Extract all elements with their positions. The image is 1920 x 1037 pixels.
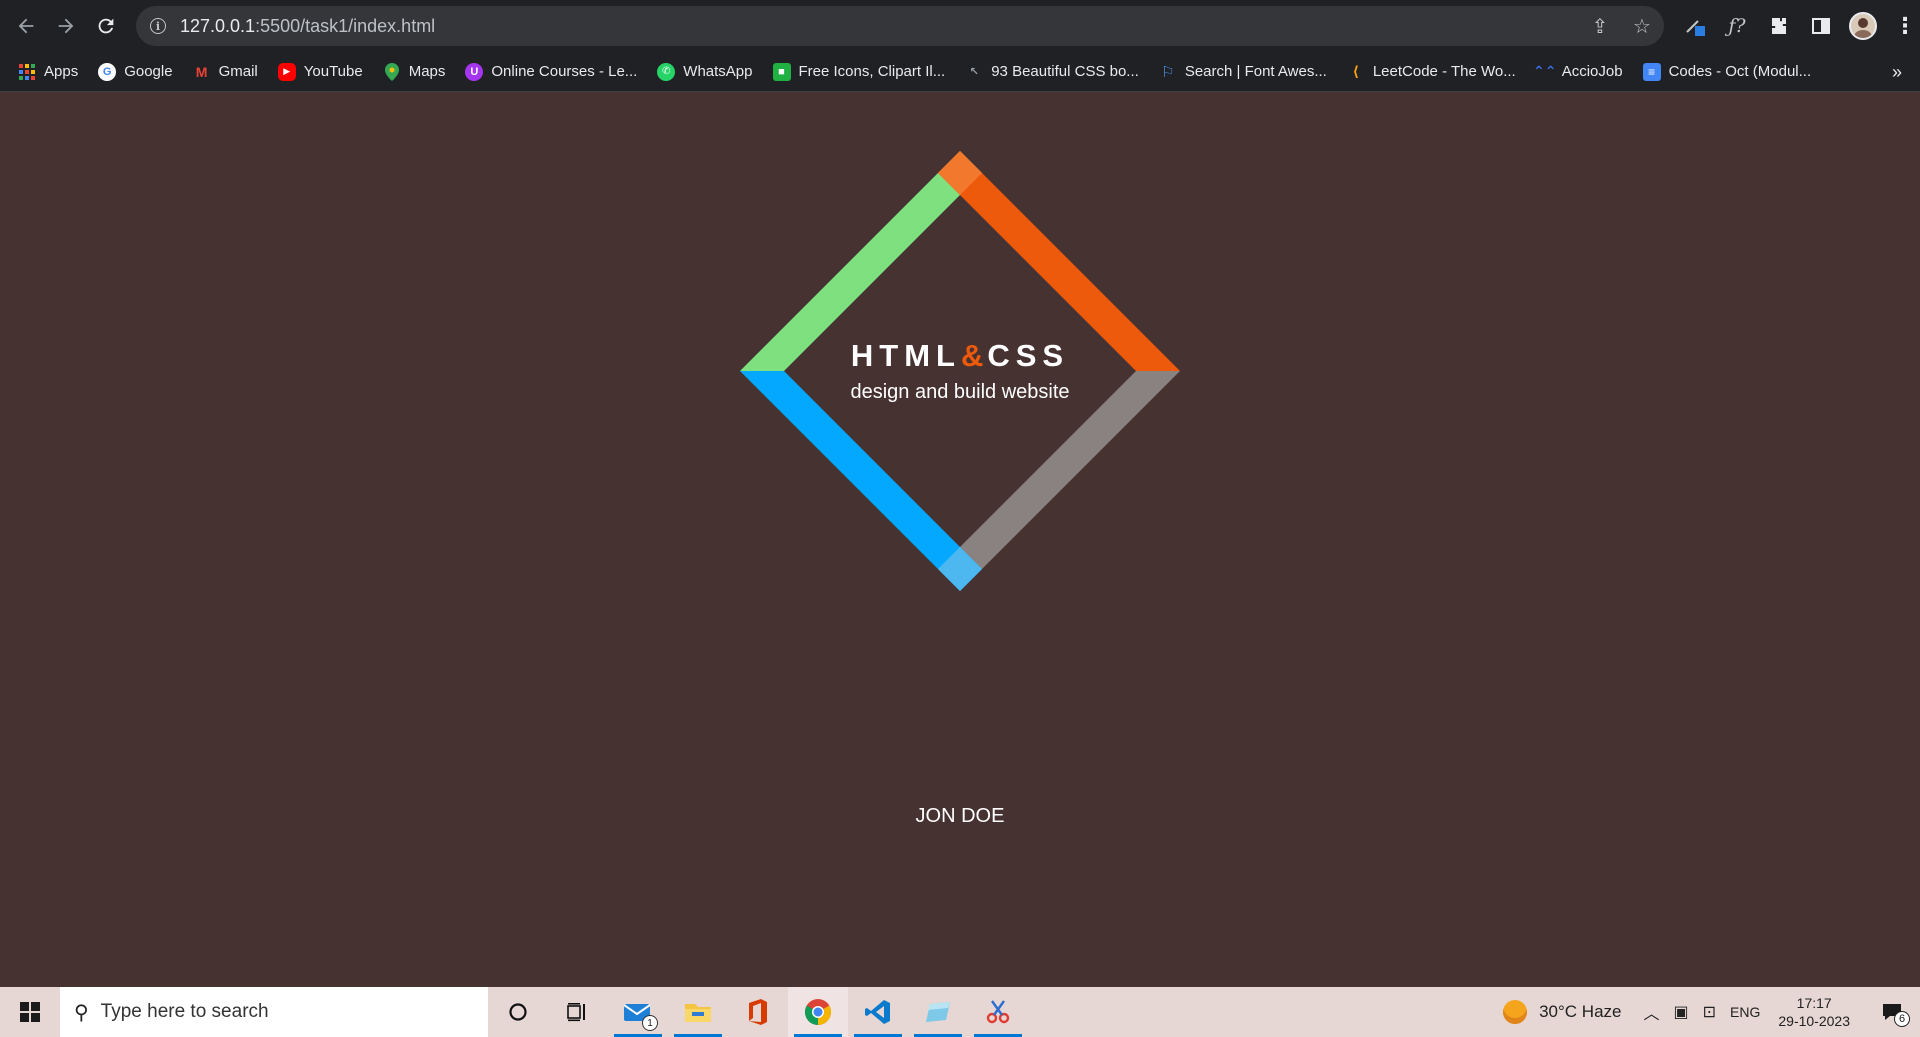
- chevron-up-icon[interactable]: ︿: [1643, 1000, 1659, 1024]
- bookmark-label: Free Icons, Clipart Il...: [798, 63, 946, 80]
- bookmark-label: Apps: [44, 63, 79, 80]
- bookmark-label: 93 Beautiful CSS bo...: [991, 63, 1139, 80]
- bookmark-acciojob[interactable]: ⌃⌃ AccioJob: [1532, 63, 1623, 81]
- bookmark-free-icons[interactable]: ■ Free Icons, Clipart Il...: [772, 62, 946, 81]
- search-placeholder: Type here to search: [100, 1001, 269, 1022]
- logo-title: HTML&CSS: [740, 338, 1180, 374]
- reload-icon[interactable]: [86, 6, 126, 46]
- author-name: JON DOE: [915, 805, 1005, 827]
- logo-title-ampersand: &: [960, 338, 988, 373]
- bookmark-font-awesome[interactable]: ⚐ Search | Font Awes...: [1159, 63, 1327, 81]
- cursor-icon: ↖: [969, 66, 979, 78]
- flag-icon: ⚐: [1161, 63, 1175, 81]
- bookmark-codes[interactable]: ≡ Codes - Oct (Modul...: [1642, 62, 1812, 81]
- bookmark-label: Online Courses - Le...: [491, 63, 638, 80]
- clock-time: 17:17: [1796, 995, 1832, 1011]
- bookmark-label: WhatsApp: [683, 63, 753, 80]
- logo-gray-edge: [938, 371, 1180, 591]
- side-panel-icon[interactable]: [1806, 11, 1836, 41]
- page-content: HTML&CSS design and build website JON DO…: [0, 93, 1920, 987]
- browser-toolbar: i 127.0.0.1:5500/task1/index.html ⇪ ☆ ƒ?…: [0, 0, 1920, 52]
- bookmark-label: LeetCode - The Wo...: [1372, 63, 1516, 80]
- start-button[interactable]: [0, 987, 60, 1037]
- office-app-icon[interactable]: [728, 987, 788, 1037]
- weather-widget[interactable]: 30°C Haze: [1503, 1000, 1621, 1024]
- input-language[interactable]: ENG: [1730, 1004, 1760, 1020]
- bookmark-star-icon[interactable]: ☆: [1630, 14, 1654, 39]
- notification-count-badge: 6: [1894, 1011, 1910, 1027]
- bookmark-label: Maps: [408, 63, 446, 80]
- profile-avatar[interactable]: [1848, 11, 1878, 41]
- notepad-app-icon[interactable]: [908, 987, 968, 1037]
- network-icon[interactable]: ⊡: [1703, 1002, 1716, 1022]
- windows-logo-icon: [20, 1002, 40, 1022]
- logo-title-html: HTML: [850, 338, 961, 373]
- file-explorer-icon[interactable]: [668, 987, 728, 1037]
- bookmarks-bar: Apps G Google M Gmail ▶ YouTube Maps U O…: [0, 52, 1920, 92]
- address-bar[interactable]: i 127.0.0.1:5500/task1/index.html ⇪ ☆: [136, 6, 1664, 46]
- taskbar-search-input[interactable]: ⚲ Type here to search: [60, 987, 488, 1037]
- extension-pen-icon[interactable]: [1680, 11, 1710, 41]
- maps-pin-icon: [383, 62, 401, 81]
- search-icon: ⚲: [74, 1001, 89, 1024]
- mail-app-icon[interactable]: 1: [608, 987, 668, 1037]
- chrome-app-icon[interactable]: [788, 987, 848, 1037]
- bookmark-label: Codes - Oct (Modul...: [1668, 63, 1812, 80]
- youtube-icon: ▶: [277, 62, 296, 81]
- logo-blue-edge: [740, 371, 982, 591]
- html-css-logo: HTML&CSS design and build website: [740, 151, 1180, 591]
- bookmark-leetcode[interactable]: ⟨ LeetCode - The Wo...: [1347, 63, 1516, 81]
- leetcode-icon: ⟨: [1352, 63, 1360, 79]
- docs-icon: ≡: [1642, 62, 1661, 81]
- google-icon: G: [98, 62, 117, 81]
- mail-unread-badge: 1: [642, 1015, 658, 1031]
- logo-title-css: CSS: [987, 338, 1070, 373]
- bookmark-apps[interactable]: Apps: [18, 63, 78, 81]
- bookmark-label: Google: [124, 63, 173, 80]
- share-icon[interactable]: ⇪: [1588, 14, 1612, 39]
- bookmark-google[interactable]: G Google: [98, 62, 173, 81]
- snipping-tool-icon[interactable]: [968, 987, 1028, 1037]
- bookmark-online-courses[interactable]: U Online Courses - Le...: [465, 62, 638, 81]
- more-bookmarks-chevron-icon[interactable]: »: [1892, 52, 1902, 92]
- meet-now-icon[interactable]: ▣: [1674, 1002, 1689, 1022]
- bookmark-whatsapp[interactable]: ✆ WhatsApp: [657, 62, 753, 81]
- task-view-icon[interactable]: [548, 987, 608, 1037]
- haze-weather-icon: [1503, 1000, 1528, 1024]
- whatsapp-icon: ✆: [657, 62, 676, 81]
- extensions-puzzle-icon[interactable]: [1764, 11, 1794, 41]
- forward-icon[interactable]: [46, 6, 86, 46]
- url-host: 127.0.0.1: [180, 15, 256, 36]
- bookmark-gmail[interactable]: M Gmail: [193, 63, 258, 81]
- udemy-icon: U: [465, 62, 484, 81]
- apps-grid-icon: [18, 63, 36, 81]
- notifications-icon[interactable]: 6: [1874, 997, 1910, 1027]
- bookmark-label: YouTube: [303, 63, 363, 80]
- system-tray: 30°C Haze ︿ ▣ ⊡ ENG 17:17 29-10-2023 6: [1503, 987, 1920, 1037]
- extension-formula-icon[interactable]: ƒ?: [1722, 11, 1752, 41]
- bookmark-css-borders[interactable]: ↖ 93 Beautiful CSS bo...: [965, 63, 1139, 81]
- acciojob-icon: ⌃⌃: [1532, 63, 1557, 79]
- bookmark-maps[interactable]: Maps: [383, 62, 446, 81]
- cortana-icon[interactable]: [488, 987, 548, 1037]
- bookmark-label: Search | Font Awes...: [1184, 63, 1327, 80]
- site-info-icon[interactable]: i: [150, 18, 166, 34]
- windows-taskbar: ⚲ Type here to search 1 30°C Haze ︿ ▣ ⊡ …: [0, 987, 1920, 1037]
- system-clock[interactable]: 17:17 29-10-2023: [1778, 994, 1850, 1030]
- weather-text: 30°C Haze: [1539, 1002, 1622, 1021]
- icons8-icon: ■: [772, 62, 791, 81]
- bookmark-label: Gmail: [218, 63, 258, 80]
- vscode-app-icon[interactable]: [848, 987, 908, 1037]
- logo-subtitle: design and build website: [850, 381, 1070, 403]
- menu-kebab-icon[interactable]: ⋮: [1890, 11, 1920, 41]
- back-icon[interactable]: [6, 6, 46, 46]
- gmail-icon: M: [195, 63, 208, 80]
- clock-date: 29-10-2023: [1778, 1013, 1850, 1029]
- bookmark-label: AccioJob: [1561, 63, 1623, 80]
- url-text[interactable]: 127.0.0.1:5500/task1/index.html: [180, 16, 435, 37]
- url-path: :5500/task1/index.html: [255, 15, 436, 36]
- bookmark-youtube[interactable]: ▶ YouTube: [277, 62, 363, 81]
